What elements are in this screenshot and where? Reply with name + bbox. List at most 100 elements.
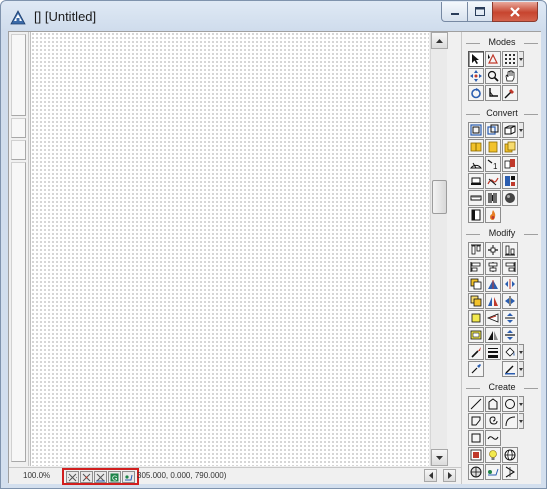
mirror-horizontal-icon[interactable] [502,276,518,292]
eyedropper-icon[interactable] [502,85,518,101]
skew-icon[interactable] [485,310,501,326]
application-window: [] [Untitled] Modes Convert 1 Modify Cre… [0,0,547,489]
client-area: Modes Convert 1 Modify Create 100.0% G 3… [8,31,541,485]
snap-button-group: G [62,468,139,485]
paint-brush-icon[interactable] [468,344,484,360]
image-tool-icon[interactable] [468,447,484,463]
snap-points-button[interactable] [80,471,93,483]
yellow-frame-icon[interactable] [468,327,484,343]
protractor-icon[interactable] [468,156,484,172]
align-center-icon[interactable] [485,242,501,258]
copy-layers-icon[interactable] [468,293,484,309]
fire-icon[interactable] [485,207,501,223]
wave-arrow-icon[interactable] [485,173,501,189]
pipette-icon[interactable] [468,361,484,377]
ruler-icon[interactable] [468,190,484,206]
scale-split-icon[interactable] [502,327,518,343]
app-logo-icon [10,9,26,25]
yellow-square-icon[interactable] [468,310,484,326]
arrow-one-icon[interactable]: 1 [485,156,501,172]
minimize-button[interactable] [441,2,468,22]
pen-line-icon[interactable] [502,361,518,377]
scale-vertical-icon[interactable] [502,310,518,326]
reflect-icon[interactable] [485,293,501,309]
align-middle-icon[interactable] [485,259,501,275]
pan-hand-icon[interactable] [502,68,518,84]
angle-tool-icon[interactable] [485,85,501,101]
sphere-icon[interactable] [502,190,518,206]
scroll-up-button[interactable] [431,32,448,49]
convert-3d-flyout[interactable] [519,122,524,138]
bar-code-icon[interactable] [485,190,501,206]
scroll-left-button[interactable] [424,469,437,482]
convert-frame-icon[interactable] [468,122,484,138]
select-arrow-tool[interactable] [468,51,484,67]
globe-icon[interactable] [502,447,518,463]
convert-3d-icon[interactable] [502,122,518,138]
snap-view-button[interactable] [122,471,135,483]
drawing-canvas[interactable] [30,32,429,466]
book-icon[interactable] [485,139,501,155]
camera-icon[interactable] [485,464,501,480]
polygon-tool-icon[interactable] [485,396,501,412]
move-tool[interactable] [468,68,484,84]
scrollbar-thumb[interactable] [432,180,447,214]
ruler-segment [11,34,26,116]
status-bar: 100.0% G 305.000, 0.000, 790.000) [9,467,461,485]
paint-bucket-icon[interactable] [502,344,518,360]
spiral-tool-icon[interactable] [485,413,501,429]
create-section-title: Create [466,382,538,394]
extract-icon[interactable] [502,156,518,172]
align-bottom-icon[interactable] [502,242,518,258]
convert-surface-icon[interactable] [485,122,501,138]
grid-tool-flyout[interactable] [519,51,524,67]
ruler-segment [11,118,26,138]
circle-tool-flyout[interactable] [519,396,524,412]
base-icon[interactable] [468,173,484,189]
line-weight-icon[interactable] [485,344,501,360]
book-open-icon[interactable] [468,139,484,155]
svg-text:1: 1 [493,162,498,170]
mirror-vertical-icon[interactable] [502,293,518,309]
zoom-level[interactable]: 100.0% [23,471,50,480]
world-grid-icon[interactable] [468,464,484,480]
snap-toggle-button[interactable]: G [108,471,121,483]
coordinate-readout: 305.000, 0.000, 790.000) [137,471,227,480]
circle-tool-icon[interactable] [502,396,518,412]
rectangle-tool-icon[interactable] [468,430,484,446]
split-icon[interactable] [485,327,501,343]
triangle-flip-icon[interactable] [485,276,501,292]
scroll-right-button[interactable] [443,469,456,482]
align-top-icon[interactable] [468,242,484,258]
duplicate-icon[interactable] [468,276,484,292]
align-right-icon[interactable] [502,259,518,275]
maximize-button[interactable] [467,2,493,22]
close-button[interactable] [492,2,538,22]
horizontal-scroll-controls [424,469,460,483]
grid-tool[interactable] [502,51,518,67]
freehand-tool-icon[interactable] [485,430,501,446]
paint-bucket-flyout[interactable] [519,344,524,360]
ruler-segment [11,140,26,160]
zoom-magnifier-icon[interactable] [485,68,501,84]
toolbox-panel: Modes Convert 1 Modify Create [461,32,541,484]
align-left-icon[interactable] [468,259,484,275]
pen-line-flyout[interactable] [519,361,524,377]
line-tool-icon[interactable] [468,396,484,412]
quad-tool-icon[interactable] [468,413,484,429]
page-icon[interactable] [468,207,484,223]
panel-icon[interactable] [502,173,518,189]
scroll-down-button[interactable] [431,449,448,466]
dimension-tool-icon[interactable] [502,464,518,480]
light-bulb-icon[interactable] [485,447,501,463]
shape-select-tool[interactable] [485,51,501,67]
rotate-view-icon[interactable] [468,85,484,101]
snap-lines-button[interactable] [94,471,107,483]
vertical-scrollbar[interactable] [430,32,448,466]
snap-grid-button[interactable] [66,471,79,483]
title-bar[interactable]: [] [Untitled] [1,1,546,31]
arc-tool-flyout[interactable] [519,413,524,429]
convert-section-title: Convert [466,108,538,120]
pages-icon[interactable] [502,139,518,155]
arc-tool-icon[interactable] [502,413,518,429]
